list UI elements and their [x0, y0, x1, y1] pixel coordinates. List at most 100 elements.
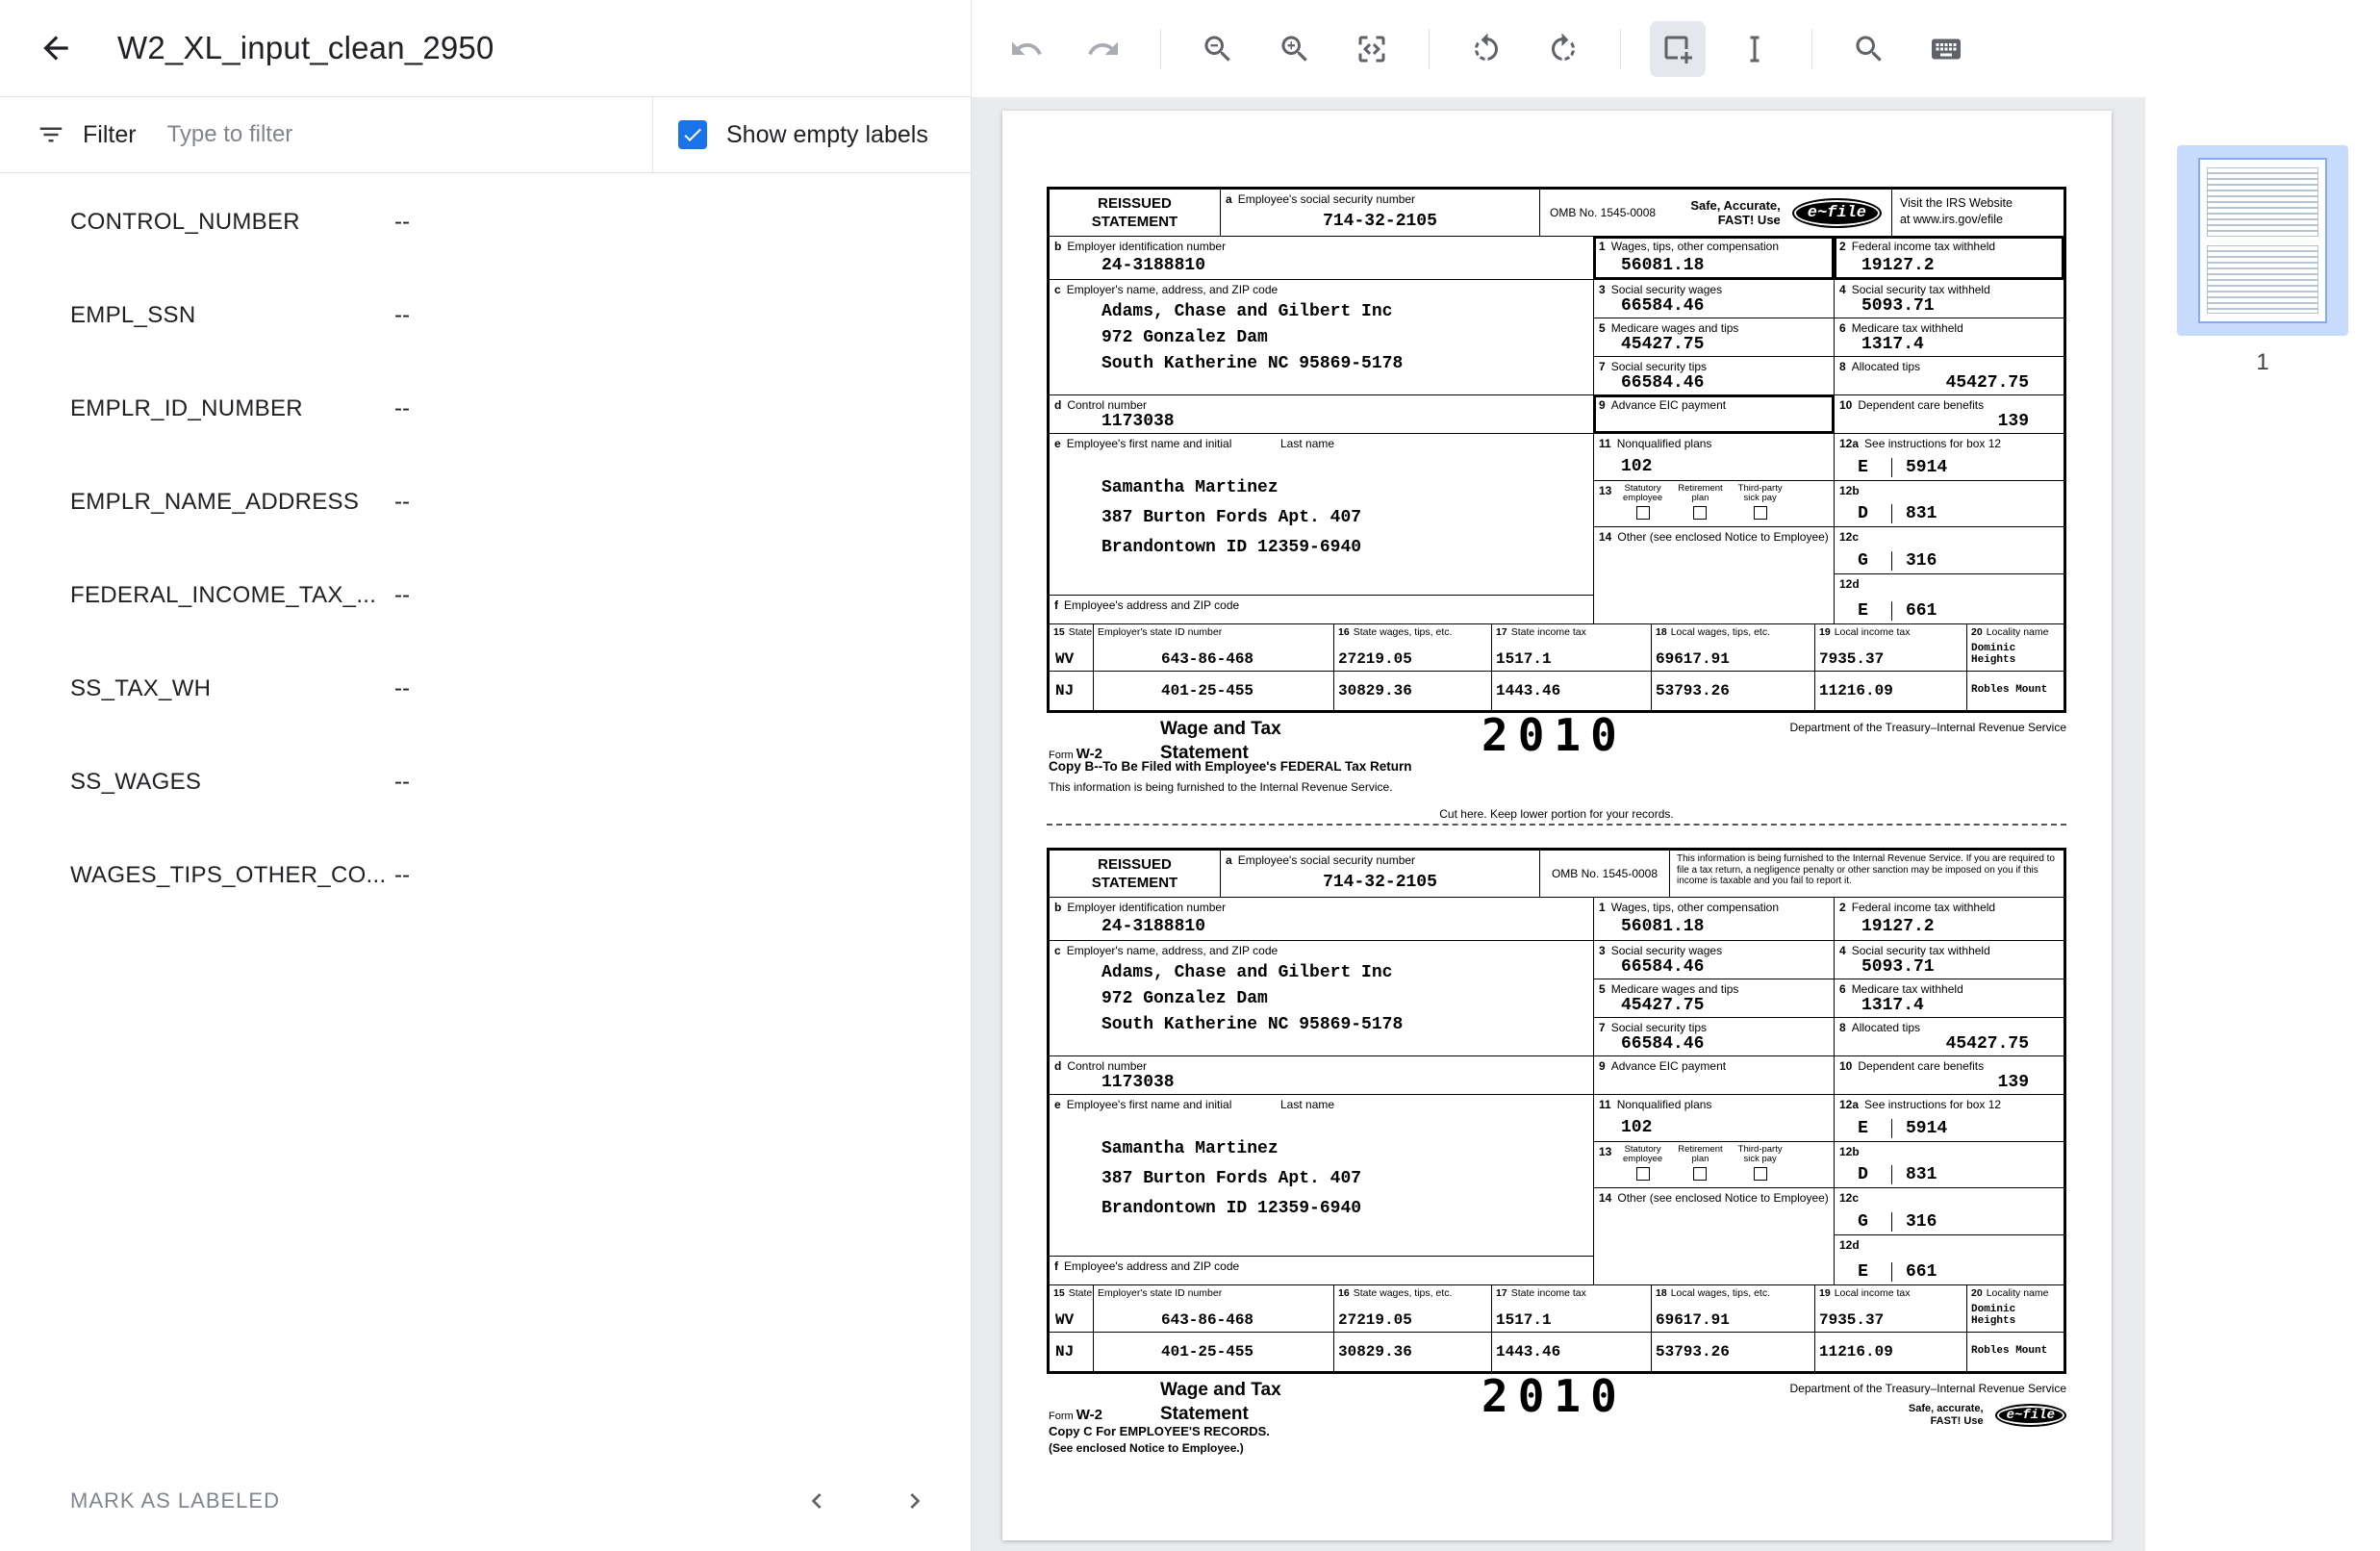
box-label: aEmployee's social security number: [1221, 190, 1539, 206]
state-header: 15State: [1050, 626, 1093, 638]
box-value: 5093.71: [1835, 296, 2064, 318]
state-header: Employer's state ID number: [1094, 626, 1333, 638]
box-value: 1173038: [1050, 412, 1593, 434]
filter-input[interactable]: [167, 121, 633, 148]
box-label: 12b: [1835, 481, 2064, 497]
rotate-right-icon: [1546, 32, 1581, 66]
w2-state-tax-cell: 1443.46: [1492, 672, 1652, 710]
arrow-back-icon: [38, 30, 74, 66]
state-value: 7935.37: [1815, 1311, 1966, 1329]
box-label-text: Advance EIC payment: [1611, 398, 1726, 412]
zoom-out-button[interactable]: [1190, 21, 1246, 77]
state-header-text: State income tax: [1511, 626, 1586, 638]
box-label-text: Control number: [1067, 1059, 1147, 1073]
w2-omb-cell: OMB No. 1545-0008: [1540, 851, 1670, 898]
w2-box-c-employer: cEmployer's name, address, and ZIP code …: [1050, 941, 1594, 1056]
label-row-wages-tips-other[interactable]: WAGES_TIPS_OTHER_CO... --: [0, 828, 971, 922]
box-value: [1594, 429, 1834, 433]
zoom-in-button[interactable]: [1267, 21, 1323, 77]
state-header-text: Locality name: [1987, 626, 2049, 638]
label-row-emplr-id-number[interactable]: EMPLR_ID_NUMBER --: [0, 362, 971, 455]
label-row-emplr-name-address[interactable]: EMPLR_NAME_ADDRESS --: [0, 455, 971, 548]
state-header: 17State income tax: [1492, 1287, 1651, 1299]
state-value: 53793.26: [1652, 682, 1814, 699]
box-num: f: [1054, 1259, 1058, 1273]
box-12-amount: 5914: [1892, 1119, 1947, 1138]
box-label-text: Social security tax withheld: [1852, 283, 1990, 296]
box-label-text: Other (see enclosed Notice to Employee): [1617, 1191, 1828, 1205]
box-12-amount: 831: [1892, 504, 1937, 523]
box-label: 3Social security wages: [1594, 941, 1834, 957]
checkbox-label-line: plan: [1678, 1155, 1722, 1164]
irs-line: Visit the IRS Website: [1900, 195, 2056, 212]
box-value: 45427.75: [1835, 373, 2064, 395]
search-icon: [1852, 32, 1886, 66]
box-num: 19: [1819, 626, 1831, 638]
safe-line: Safe, accurate,: [1909, 1403, 1984, 1415]
box-12-amount: 661: [1892, 1262, 1937, 1282]
box-label-text: Employer's name, address, and ZIP code: [1067, 944, 1279, 957]
w2-state-id-cell: Employer's state ID number 643-86-468: [1094, 1285, 1334, 1333]
rotate-right-button[interactable]: [1535, 21, 1591, 77]
back-button[interactable]: [29, 21, 83, 75]
box-label: 9Advance EIC payment: [1594, 395, 1834, 412]
previous-page-button[interactable]: [796, 1480, 838, 1522]
box-12-content: G316: [1835, 1212, 2064, 1234]
copy-c-note: (See enclosed Notice to Employee.): [1049, 1441, 1244, 1455]
w2-state-id-cell: 401-25-455: [1094, 672, 1334, 710]
viewer-toolbar: [972, 0, 2380, 97]
box-num: 2: [1839, 901, 1846, 914]
box-label: dControl number: [1050, 395, 1593, 412]
box-label: 1Wages, tips, other compensation: [1594, 237, 1834, 253]
page-thumbnail[interactable]: [2177, 145, 2348, 336]
state-header: 15State: [1050, 1287, 1093, 1299]
box-label-text: Allocated tips: [1852, 360, 1920, 373]
box-label: 6Medicare tax withheld: [1835, 979, 2064, 996]
w2-box-e-employee: eEmployee's first name and initial Last …: [1050, 434, 1594, 596]
box-value: 66584.46: [1594, 296, 1834, 318]
label-value: --: [394, 489, 410, 516]
box-num: 10: [1839, 398, 1852, 412]
mark-as-labeled-button[interactable]: MARK AS LABELED: [70, 1488, 280, 1513]
thumbnail-panel: 1: [2145, 97, 2380, 1551]
state-value: 1443.46: [1492, 1343, 1651, 1360]
box-value: 66584.46: [1594, 1034, 1834, 1056]
redo-button[interactable]: [1076, 21, 1131, 77]
rotate-left-button[interactable]: [1458, 21, 1514, 77]
box-num: b: [1054, 240, 1061, 253]
bounding-box-tool-button[interactable]: [1650, 21, 1706, 77]
label-row-control-number[interactable]: CONTROL_NUMBER --: [0, 175, 971, 268]
box-12-code: E: [1835, 458, 1892, 477]
document-page[interactable]: REISSUED STATEMENT aEmployee's social se…: [1002, 111, 2112, 1540]
text-cursor-tool-button[interactable]: [1727, 21, 1783, 77]
fit-to-width-button[interactable]: [1344, 21, 1400, 77]
box-label: bEmployer identification number: [1050, 898, 1593, 914]
label-row-empl-ssn[interactable]: EMPL_SSN --: [0, 268, 971, 362]
box-label: 12d: [1835, 1235, 2064, 1252]
keyboard-shortcuts-button[interactable]: [1918, 21, 1974, 77]
next-page-button[interactable]: [894, 1480, 936, 1522]
label-row-federal-income-tax[interactable]: FEDERAL_INCOME_TAX_... --: [0, 548, 971, 642]
show-empty-labels-checkbox[interactable]: [678, 120, 707, 149]
label-row-ss-tax-wh[interactable]: SS_TAX_WH --: [0, 642, 971, 735]
omb-number: OMB No. 1545-0008: [1550, 206, 1656, 219]
box-num: 5: [1599, 982, 1606, 996]
box-num: d: [1054, 398, 1061, 412]
box-label: cEmployer's name, address, and ZIP code: [1050, 941, 1593, 957]
w2-box-9-eic: 9Advance EIC payment: [1594, 1056, 1835, 1095]
state-value: 53793.26: [1652, 1343, 1814, 1360]
statutory-employee-option: Statutoryemployee: [1623, 1145, 1662, 1184]
box-value: 1317.4: [1835, 335, 2064, 357]
box-label-text: Employee's first name and initial: [1067, 437, 1232, 450]
box-label-text: Other (see enclosed Notice to Employee): [1617, 530, 1828, 544]
show-empty-labels-toggle[interactable]: Show empty labels: [653, 97, 971, 172]
label-row-ss-wages[interactable]: SS_WAGES --: [0, 735, 971, 828]
search-button[interactable]: [1841, 21, 1897, 77]
undo-button[interactable]: [999, 21, 1054, 77]
w2-box-12d: 12d E661: [1835, 1235, 2064, 1285]
w2-state-cell: 15State WV: [1050, 1285, 1094, 1333]
checkbox-label: Retirementplan: [1678, 1145, 1722, 1164]
safe-accurate-row: Safe, accurate,FAST! Use e~file: [1790, 1403, 2066, 1428]
box-label: 14Other (see enclosed Notice to Employee…: [1594, 527, 1834, 544]
box-num: 6: [1839, 982, 1846, 996]
